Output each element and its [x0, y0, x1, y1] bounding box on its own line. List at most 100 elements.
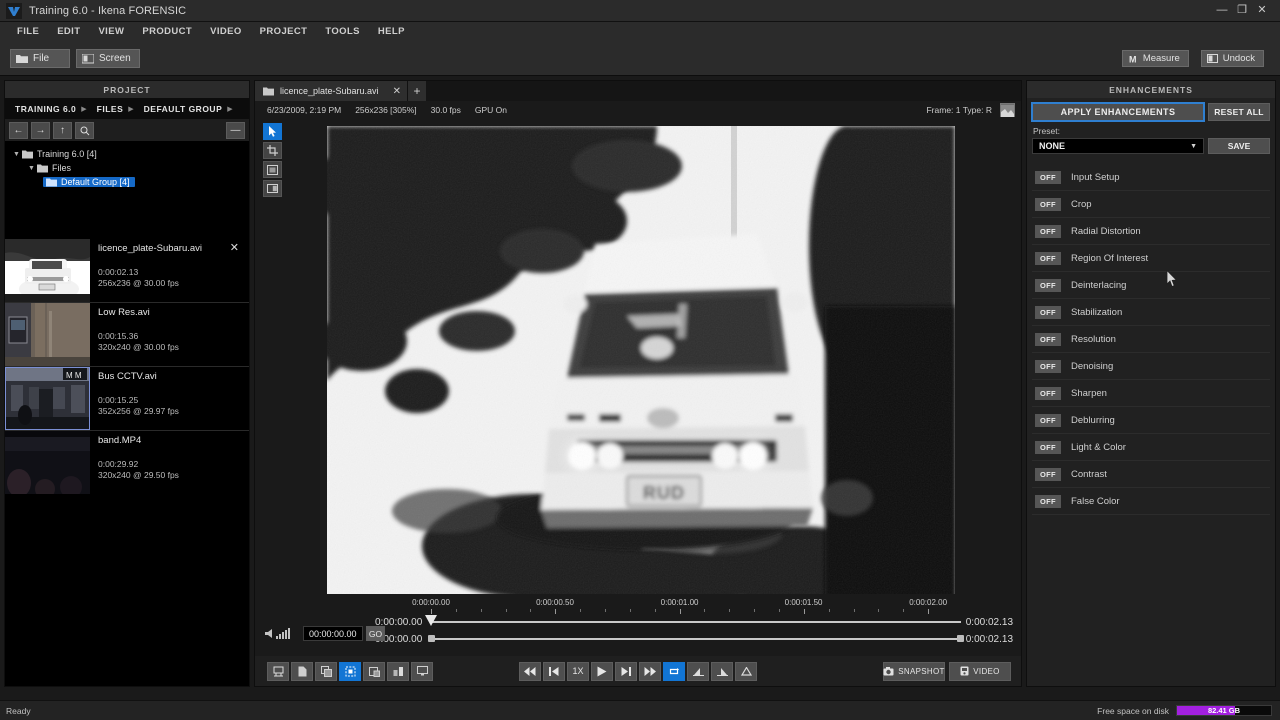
tree-item-default-group[interactable]: Default Group [4]	[13, 175, 249, 189]
snapshot-button[interactable]: SNAPSHOT	[883, 662, 945, 681]
video-frame[interactable]: RUD	[327, 126, 955, 598]
toggle-off-badge[interactable]: OFF	[1035, 468, 1061, 481]
menu-project[interactable]: PROJECT	[251, 22, 317, 42]
next-frame-icon[interactable]	[615, 662, 637, 681]
enhancement-deblurring[interactable]: OFF Deblurring	[1032, 407, 1270, 434]
enhancement-deinterlacing[interactable]: OFF Deinterlacing	[1032, 272, 1270, 299]
compare-tool-icon[interactable]	[263, 180, 282, 197]
page-icon[interactable]	[291, 662, 313, 681]
close-icon[interactable]: ✕	[1252, 0, 1272, 22]
chevron-down-icon[interactable]: ▼	[1190, 143, 1197, 150]
timeline[interactable]: 0:00:00.00 0:00:00.50 0:00:01.00 0:00:01…	[255, 594, 1021, 656]
reset-all-button[interactable]: RESET ALL	[1208, 103, 1270, 121]
menu-edit[interactable]: EDIT	[48, 22, 89, 42]
timeline-track[interactable]	[431, 621, 961, 623]
frame-tool-icon[interactable]	[263, 161, 282, 178]
toggle-off-badge[interactable]: OFF	[1035, 306, 1061, 319]
enhancement-input-setup[interactable]: OFF Input Setup	[1032, 164, 1270, 191]
loop-icon[interactable]	[663, 662, 685, 681]
goto-time-input[interactable]: 00:00:00.00	[303, 626, 363, 641]
toggle-off-badge[interactable]: OFF	[1035, 225, 1061, 238]
play-icon[interactable]	[591, 662, 613, 681]
toggle-off-badge[interactable]: OFF	[1035, 333, 1061, 346]
toggle-off-badge[interactable]: OFF	[1035, 414, 1061, 427]
menu-view[interactable]: VIEW	[89, 22, 133, 42]
search-icon[interactable]	[75, 122, 94, 139]
up-icon[interactable]: ↑	[53, 122, 72, 139]
enhancement-resolution[interactable]: OFF Resolution	[1032, 326, 1270, 353]
mark-out-icon[interactable]	[711, 662, 733, 681]
crop-tool-icon[interactable]	[263, 142, 282, 159]
playhead-handle[interactable]	[425, 615, 437, 626]
mark-clear-icon[interactable]	[735, 662, 757, 681]
apply-enhancements-button[interactable]: APPLY ENHANCEMENTS	[1032, 103, 1204, 121]
enhancement-sharpen[interactable]: OFF Sharpen	[1032, 380, 1270, 407]
enhancement-crop[interactable]: OFF Crop	[1032, 191, 1270, 218]
minimize-icon[interactable]: —	[1212, 0, 1232, 22]
range-track[interactable]	[431, 638, 961, 640]
prev-frame-icon[interactable]	[543, 662, 565, 681]
measure-button[interactable]: M Measure	[1122, 50, 1189, 67]
monitor-icon[interactable]	[411, 662, 433, 681]
tab-licence-plate-subaru[interactable]: licence_plate-Subaru.avi ✕	[255, 81, 408, 101]
menu-product[interactable]: PRODUCT	[133, 22, 201, 42]
fast-forward-icon[interactable]	[639, 662, 661, 681]
range-start-handle[interactable]	[428, 635, 435, 642]
breadcrumb-default-group[interactable]: DEFAULT GROUP	[144, 104, 223, 114]
frame-preview-icon[interactable]	[1000, 103, 1015, 117]
back-icon[interactable]: ←	[9, 122, 28, 139]
fit-icon[interactable]	[339, 662, 361, 681]
forward-icon[interactable]: →	[31, 122, 50, 139]
actual-size-icon[interactable]	[363, 662, 385, 681]
pointer-tool-icon[interactable]	[263, 123, 282, 140]
menu-help[interactable]: HELP	[369, 22, 414, 42]
toggle-off-badge[interactable]: OFF	[1035, 279, 1061, 292]
enhancement-denoising[interactable]: OFF Denoising	[1032, 353, 1270, 380]
maximize-icon[interactable]: ❐	[1232, 0, 1252, 22]
preset-select[interactable]: NONE ▼	[1032, 138, 1204, 154]
add-tab-icon[interactable]: +	[408, 81, 426, 101]
toggle-off-badge[interactable]: OFF	[1035, 252, 1061, 265]
remove-file-icon[interactable]: ✕	[230, 241, 239, 254]
toggle-off-badge[interactable]: OFF	[1035, 387, 1061, 400]
enhancement-radial-distortion[interactable]: OFF Radial Distortion	[1032, 218, 1270, 245]
collapse-icon[interactable]: —	[226, 122, 245, 139]
screen-button[interactable]: Screen	[76, 49, 140, 68]
enhancement-stabilization[interactable]: OFF Stabilization	[1032, 299, 1270, 326]
menu-tools[interactable]: TOOLS	[316, 22, 369, 42]
speed-icon[interactable]: 1X	[567, 662, 589, 681]
enhancement-light-and-color[interactable]: OFF Light & Color	[1032, 434, 1270, 461]
undock-button[interactable]: Undock	[1201, 50, 1264, 67]
project-file-list[interactable]: licence_plate-Subaru.avi 0:00:02.13 256x…	[5, 239, 249, 686]
toggle-off-badge[interactable]: OFF	[1035, 198, 1061, 211]
file-button[interactable]: File	[10, 49, 70, 68]
tree-item-training[interactable]: ▼ Training 6.0 [4]	[13, 147, 249, 161]
list-item[interactable]: licence_plate-Subaru.avi 0:00:02.13 256x…	[5, 239, 249, 302]
video-export-button[interactable]: VIDEO	[949, 662, 1011, 681]
enhancement-region-of-interest[interactable]: OFF Region Of Interest	[1032, 245, 1270, 272]
tree-item-files[interactable]: ▼ Files	[13, 161, 249, 175]
breadcrumb-files[interactable]: FILES	[97, 104, 124, 114]
rewind-icon[interactable]	[519, 662, 541, 681]
list-item[interactable]: M M Bus CCTV.avi 0:00	[5, 367, 249, 430]
go-button[interactable]: GO	[366, 626, 385, 641]
menu-file[interactable]: FILE	[8, 22, 48, 42]
toggle-off-badge[interactable]: OFF	[1035, 171, 1061, 184]
toggle-off-badge[interactable]: OFF	[1035, 441, 1061, 454]
enhancement-contrast[interactable]: OFF Contrast	[1032, 461, 1270, 488]
list-item[interactable]: band.MP4 0:00:29.92 320x240 @ 29.50 fps	[5, 431, 249, 494]
menu-video[interactable]: VIDEO	[201, 22, 251, 42]
tab-close-icon[interactable]: ✕	[393, 86, 401, 97]
chevron-down-icon[interactable]: ▼	[28, 165, 37, 172]
filmstrip-icon[interactable]	[267, 662, 289, 681]
toggle-off-badge[interactable]: OFF	[1035, 495, 1061, 508]
chevron-down-icon[interactable]: ▼	[13, 151, 22, 158]
stack-icon[interactable]	[387, 662, 409, 681]
range-end-handle[interactable]	[957, 635, 964, 642]
breadcrumb-training[interactable]: TRAINING 6.0	[15, 104, 76, 114]
toggle-off-badge[interactable]: OFF	[1035, 360, 1061, 373]
mark-in-icon[interactable]	[687, 662, 709, 681]
video-canvas-area[interactable]: RUD	[289, 119, 1021, 594]
copy-icon[interactable]	[315, 662, 337, 681]
volume-slider[interactable]	[265, 628, 290, 639]
